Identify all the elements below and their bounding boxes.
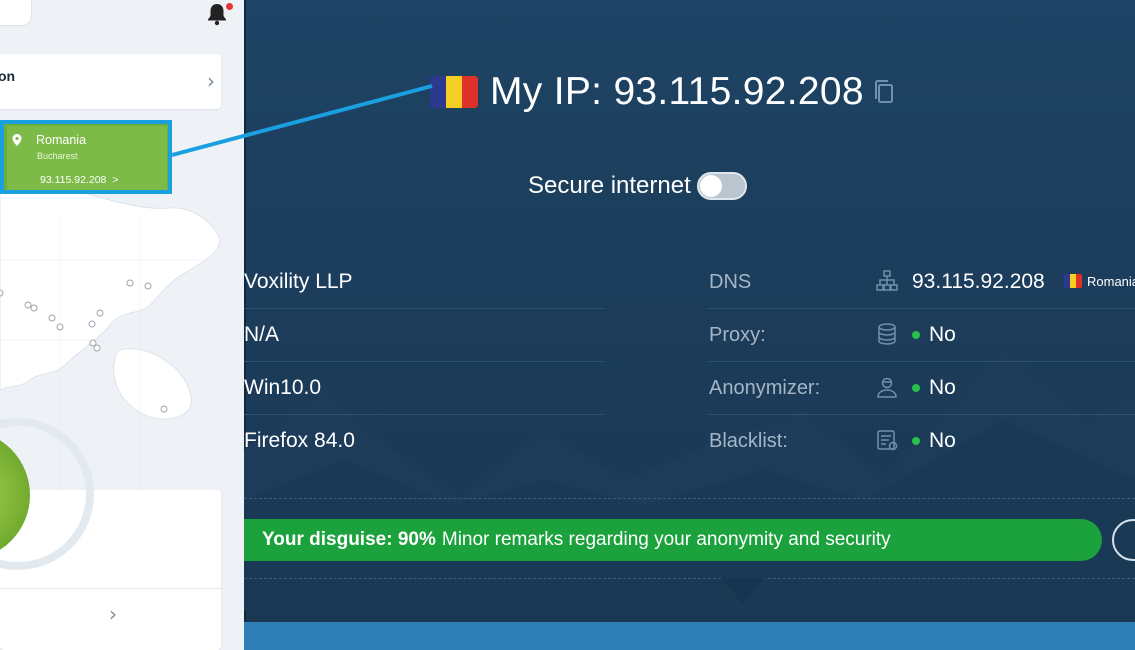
proxy-label: Proxy: xyxy=(709,324,766,346)
location-city: Bucharest xyxy=(37,151,78,161)
romania-flag-icon xyxy=(430,76,478,108)
location-country: Romania xyxy=(36,133,87,147)
blacklist-value: No xyxy=(929,429,956,452)
status-dot xyxy=(912,437,920,445)
chevron-right-icon: › xyxy=(207,69,215,93)
dns-value: 93.115.92.208 xyxy=(912,270,1045,293)
notification-bell-icon[interactable] xyxy=(206,2,228,26)
location-card[interactable]: Romania Bucharest 93.115.92.208 > xyxy=(0,120,172,194)
network-icon xyxy=(876,270,898,291)
proxy-value: No xyxy=(929,323,956,346)
blacklist-label: Blacklist: xyxy=(709,430,788,452)
anonymizer-value: No xyxy=(929,376,956,399)
status-dot xyxy=(912,331,920,339)
disguise-banner[interactable]: Your disguise: 90% Minor remarks regardi… xyxy=(244,519,1102,561)
check-row-anonymizer: Anonymizer: No xyxy=(708,362,1135,415)
copy-icon[interactable] xyxy=(872,78,896,106)
avatar-text: e xyxy=(1,0,7,3)
status-dot xyxy=(912,384,920,392)
info-browser: Firefox 84.0 xyxy=(244,429,355,452)
disguise-label: Your disguise: 90% xyxy=(262,529,436,550)
dashed-divider xyxy=(244,578,1135,579)
page-title: My IP: 93.115.92.208 xyxy=(490,70,864,113)
main-panel: My IP: 93.115.92.208 Secure internet Vox… xyxy=(244,0,1135,650)
check-row-blacklist: Blacklist: No xyxy=(708,415,1135,468)
top-card[interactable]: on › xyxy=(0,54,221,109)
info-row-isp: Voxility LLP xyxy=(244,256,604,309)
info-row-browser: Firefox 84.0 xyxy=(244,415,604,468)
anonymizer-label: Anonymizer: xyxy=(709,377,821,399)
secure-internet-label: Secure internet xyxy=(528,172,691,199)
info-os: Win10.0 xyxy=(244,376,322,399)
dns-label: DNS xyxy=(709,271,752,293)
chevron-right-icon[interactable]: › xyxy=(109,602,117,626)
my-ip-header: My IP: 93.115.92.208 xyxy=(430,70,896,114)
secure-internet: Secure internet xyxy=(528,172,747,200)
list-icon xyxy=(877,430,898,451)
map-pin-icon xyxy=(12,134,22,146)
info-row-host: N/A xyxy=(244,309,604,362)
left-panel: e on › Romania Bucharest 93.115.92.208 xyxy=(0,0,244,650)
user-icon xyxy=(877,377,897,398)
scroll-down-arrow-icon[interactable] xyxy=(721,578,765,604)
disguise-message: Minor remarks regarding your anonymity a… xyxy=(441,529,891,550)
top-card-label: on xyxy=(0,68,16,84)
info-row-os: Win10.0 xyxy=(244,362,604,415)
dashed-divider xyxy=(244,498,1135,499)
check-row-dns: DNS 93.115.92.208 Romania xyxy=(708,256,1135,309)
romania-flag-small-icon xyxy=(1064,274,1082,288)
location-ip: 93.115.92.208 > xyxy=(40,174,119,186)
secure-internet-toggle[interactable] xyxy=(696,172,747,200)
check-row-proxy: Proxy: No xyxy=(708,309,1135,362)
info-isp: Voxility LLP xyxy=(244,270,353,293)
card-divider xyxy=(0,588,221,589)
info-host: N/A xyxy=(244,323,280,346)
toggle-knob xyxy=(699,175,722,197)
bottom-bar xyxy=(244,622,1135,650)
notification-dot xyxy=(226,3,233,10)
database-icon xyxy=(878,323,896,345)
avatar[interactable]: e xyxy=(0,0,32,26)
dns-country: Romania xyxy=(1087,274,1135,289)
